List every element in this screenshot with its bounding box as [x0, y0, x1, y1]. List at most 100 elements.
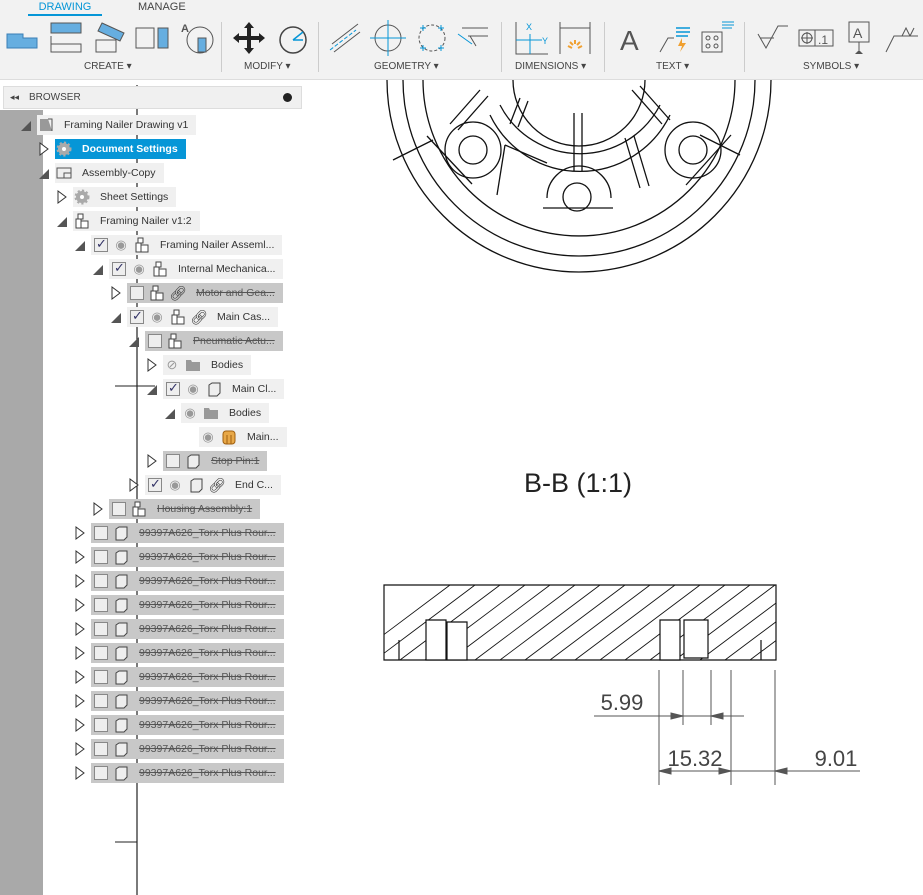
tree-item-body[interactable]: ◉ Bodies [181, 403, 270, 423]
eye-icon[interactable]: ◉ [148, 309, 166, 325]
tree-item-body[interactable]: Framing Nailer Drawing v1 [37, 115, 197, 135]
rotate-icon[interactable] [275, 20, 311, 56]
tree-item-body[interactable]: 99397A626_Torx Plus Rour... [91, 763, 284, 783]
expand-arrow-icon[interactable] [92, 502, 104, 516]
text-icon[interactable]: A [614, 20, 650, 56]
visibility-checkbox[interactable] [94, 718, 108, 732]
projected-view-icon[interactable] [49, 20, 85, 56]
eye-icon[interactable]: ◉ [181, 405, 199, 421]
visibility-checkbox[interactable] [94, 622, 108, 636]
expand-arrow-icon[interactable] [74, 598, 86, 612]
collapse-arrow-icon[interactable] [164, 406, 176, 420]
tree-item-body[interactable]: Pneumatic Actu... [145, 331, 283, 351]
tree-item-body[interactable]: ◉ 🔗︎ Main Cas... [127, 307, 279, 327]
feature-control-frame-icon[interactable]: .1 [798, 20, 834, 56]
expand-arrow-icon[interactable] [74, 694, 86, 708]
visibility-checkbox[interactable] [112, 502, 126, 516]
collapse-browser-icon[interactable]: ◂◂ [10, 87, 19, 108]
tree-item-body[interactable]: Assembly-Copy [55, 163, 164, 183]
expand-arrow-icon[interactable] [128, 478, 140, 492]
hole-table-icon[interactable] [700, 20, 736, 56]
tree-item-body[interactable]: 99397A626_Torx Plus Rour... [91, 739, 284, 759]
expand-arrow-icon[interactable] [74, 670, 86, 684]
collapse-arrow-icon[interactable] [110, 310, 122, 324]
expand-arrow-icon[interactable] [74, 622, 86, 636]
base-view-icon[interactable] [5, 20, 41, 56]
tree-item-body[interactable]: 99397A626_Torx Plus Rour... [91, 571, 284, 591]
tree-item-body[interactable]: Document Settings [55, 139, 186, 159]
tree-item-body[interactable]: Sheet Settings [73, 187, 177, 207]
dimension-5-99[interactable]: 5.99 [601, 690, 644, 715]
visibility-checkbox[interactable] [112, 260, 126, 276]
collapse-arrow-icon[interactable] [56, 214, 68, 228]
tree-item-body[interactable]: 99397A626_Torx Plus Rour... [91, 547, 284, 567]
dimension-9-01[interactable]: 9.01 [815, 746, 858, 771]
tree-item-body[interactable]: 99397A626_Torx Plus Rour... [91, 523, 284, 543]
tree-item-body[interactable]: Stop Pin:1 [163, 451, 268, 471]
visibility-checkbox[interactable] [148, 476, 162, 492]
visibility-checkbox[interactable] [94, 694, 108, 708]
collapse-arrow-icon[interactable] [20, 118, 32, 132]
visibility-checkbox[interactable] [94, 236, 108, 252]
eye-icon[interactable]: ◉ [130, 261, 148, 277]
visibility-checkbox[interactable] [130, 286, 144, 300]
visibility-checkbox[interactable] [166, 380, 180, 396]
section-view-icon[interactable] [92, 20, 128, 56]
expand-arrow-icon[interactable] [110, 286, 122, 300]
tree-item-body[interactable]: ◉ 🔗︎ End C... [145, 475, 281, 495]
expand-arrow-icon[interactable] [74, 574, 86, 588]
group-symbols[interactable]: SYMBOLS ▾ [803, 61, 859, 72]
tab-manage[interactable]: MANAGE [138, 0, 186, 16]
group-create[interactable]: CREATE ▾ [84, 61, 132, 72]
visibility-checkbox[interactable] [166, 454, 180, 468]
tree-item-body[interactable]: ◉ Main... [199, 427, 287, 447]
tree-item-body[interactable]: 99397A626_Torx Plus Rour... [91, 595, 284, 615]
group-dimensions[interactable]: DIMENSIONS ▾ [515, 61, 586, 72]
expand-arrow-icon[interactable] [74, 742, 86, 756]
eye-icon[interactable]: ◉ [199, 429, 217, 445]
visibility-checkbox[interactable] [94, 742, 108, 756]
auto-dimension-icon[interactable] [558, 20, 594, 56]
tree-item-body[interactable]: ⊘ Bodies [163, 355, 252, 375]
detail-view-icon[interactable] [135, 20, 171, 56]
visibility-checkbox[interactable] [94, 598, 108, 612]
visibility-checkbox[interactable] [94, 670, 108, 684]
tree-item-body[interactable]: 99397A626_Torx Plus Rour... [91, 643, 284, 663]
centerline-icon[interactable] [328, 20, 364, 56]
tree-item-body[interactable]: Framing Nailer v1:2 [73, 211, 200, 231]
collapse-arrow-icon[interactable] [128, 334, 140, 348]
expand-arrow-icon[interactable] [74, 718, 86, 732]
tab-drawing[interactable]: DRAWING [28, 0, 102, 16]
visibility-checkbox[interactable] [94, 574, 108, 588]
minus-circle-icon[interactable] [283, 93, 292, 102]
collapse-arrow-icon[interactable] [92, 262, 104, 276]
tree-item-body[interactable]: Housing Assembly:1 [109, 499, 261, 519]
visibility-checkbox[interactable] [94, 550, 108, 564]
leader-icon[interactable] [656, 20, 692, 56]
ordinate-dimension-icon[interactable]: XY [514, 20, 550, 56]
expand-arrow-icon[interactable] [56, 190, 68, 204]
expand-arrow-icon[interactable] [74, 646, 86, 660]
collapse-arrow-icon[interactable] [38, 166, 50, 180]
tree-item-body[interactable]: 99397A626_Torx Plus Rour... [91, 667, 284, 687]
tree-item-body[interactable]: ◉ Framing Nailer Asseml... [91, 235, 283, 255]
welding-symbol-icon[interactable] [882, 20, 918, 56]
visibility-checkbox[interactable] [94, 646, 108, 660]
update-view-icon[interactable]: A [180, 20, 216, 56]
expand-arrow-icon[interactable] [146, 358, 158, 372]
expand-arrow-icon[interactable] [38, 142, 50, 156]
collapse-arrow-icon[interactable] [146, 382, 158, 396]
surface-texture-icon[interactable] [756, 20, 792, 56]
expand-arrow-icon[interactable] [146, 454, 158, 468]
dimension-15-32[interactable]: 15.32 [667, 746, 722, 771]
tree-item-body[interactable]: 🔗︎ Motor and Gea... [127, 283, 283, 303]
center-mark-pattern-icon[interactable] [414, 20, 450, 56]
visibility-checkbox[interactable] [94, 526, 108, 540]
tree-item-body[interactable]: 99397A626_Torx Plus Rour... [91, 619, 284, 639]
expand-arrow-icon[interactable] [74, 550, 86, 564]
visibility-checkbox[interactable] [94, 766, 108, 780]
edge-extension-icon[interactable] [456, 20, 492, 56]
group-text[interactable]: TEXT ▾ [656, 61, 689, 72]
tree-item-body[interactable]: 99397A626_Torx Plus Rour... [91, 715, 284, 735]
eye-icon[interactable]: ◉ [112, 237, 130, 253]
